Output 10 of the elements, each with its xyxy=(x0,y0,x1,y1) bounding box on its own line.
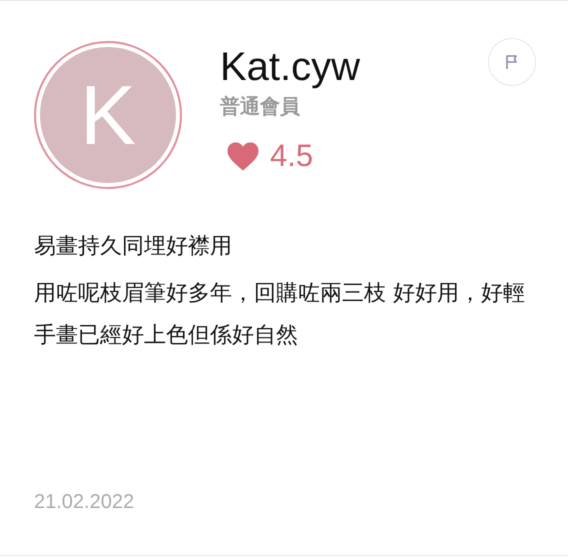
flag-icon xyxy=(504,54,520,70)
reviewer-name: Kat.cyw xyxy=(220,44,360,91)
report-button[interactable] xyxy=(488,38,536,86)
review-date: 21.02.2022 xyxy=(34,491,134,514)
heart-icon xyxy=(226,140,260,172)
membership-label: 普通會員 xyxy=(220,93,301,120)
review-text: 用咗呢枝眉筆好多年，回購咗兩三枝 好好用，好輕手畫已經好上色但係好自然 xyxy=(34,280,526,350)
review-title: 易畫持久同埋好襟用 xyxy=(34,233,233,261)
rating-value: 4.5 xyxy=(270,138,314,174)
avatar: K xyxy=(40,47,176,183)
